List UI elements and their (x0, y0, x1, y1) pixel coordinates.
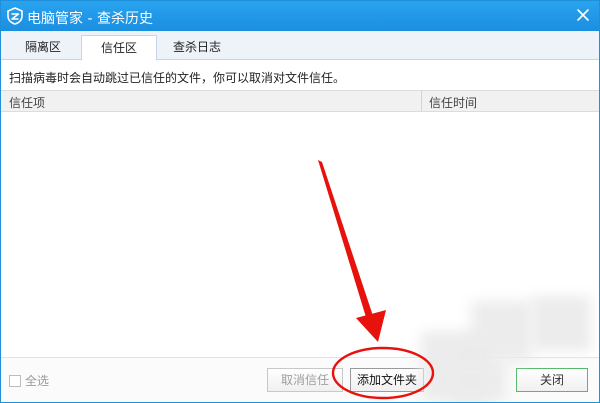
untrust-button[interactable]: 取消信任 (267, 368, 343, 392)
select-all-label: 全选 (25, 374, 50, 388)
column-header-trust-item[interactable]: 信任项 (9, 94, 45, 111)
select-all-checkbox[interactable]: 全选 (9, 372, 49, 388)
shield-logo-icon (7, 7, 23, 25)
close-icon[interactable] (573, 5, 593, 25)
tab-trust-zone[interactable]: 信任区 (81, 35, 157, 61)
tab-quarantine[interactable]: 隔离区 (7, 35, 79, 60)
blurred-region (531, 296, 591, 351)
trust-hint-text: 扫描病毒时会自动跳过已信任的文件，你可以取消对文件信任。 (9, 71, 346, 85)
close-button[interactable]: 关闭 (516, 368, 588, 392)
title-bar[interactable]: 电脑管家 - 查杀历史 (1, 1, 599, 31)
blurred-region (446, 361, 506, 401)
table-header: 信任项 信任时间 (1, 90, 599, 112)
blurred-region (471, 301, 531, 361)
column-header-trust-time[interactable]: 信任时间 (429, 94, 477, 111)
window-title: 电脑管家 - 查杀历史 (27, 11, 153, 27)
tab-bar: 隔离区 信任区 查杀日志 (1, 31, 599, 61)
trust-zone-window: 电脑管家 - 查杀历史 隔离区 信任区 查杀日志 扫描病毒时会自动跳过已信任的文… (0, 0, 600, 403)
footer-bar: 全选 取消信任 添加文件夹 关闭 (1, 357, 599, 402)
tab-scan-log[interactable]: 查杀日志 (159, 35, 235, 60)
add-folder-button[interactable]: 添加文件夹 (350, 368, 424, 392)
checkbox-icon[interactable] (9, 374, 21, 387)
column-divider[interactable] (421, 91, 422, 111)
